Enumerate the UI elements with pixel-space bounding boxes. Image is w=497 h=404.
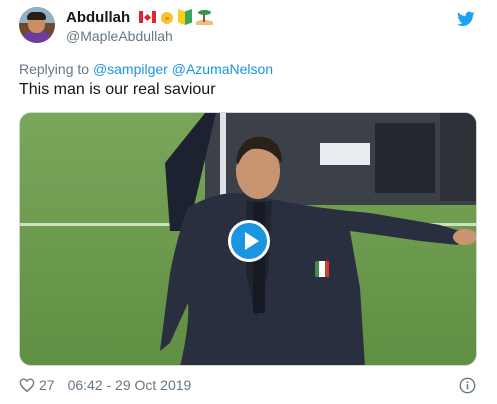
tweet-text: This man is our real saviour (19, 81, 216, 98)
info-icon[interactable] (459, 377, 476, 394)
replying-to-label: Replying to (19, 61, 90, 77)
play-icon[interactable] (228, 220, 270, 262)
baby-chick-icon (159, 9, 175, 25)
author-display-name[interactable]: Abdullah (66, 9, 130, 26)
desert-island-icon (195, 9, 214, 25)
canada-flag-icon (139, 11, 156, 23)
avatar[interactable] (19, 7, 55, 43)
tweet-footer: 27 06:42 - 29 Oct 2019 (19, 376, 191, 394)
heart-icon[interactable] (19, 377, 35, 393)
replying-to-line: Replying to @sampilger @AzumaNelson (19, 61, 273, 77)
mention-link[interactable]: @AzumaNelson (172, 61, 273, 77)
name-emojis (139, 8, 214, 26)
tweet-timestamp[interactable]: 06:42 - 29 Oct 2019 (68, 377, 192, 393)
twitter-bird-icon[interactable] (457, 11, 475, 27)
like-count[interactable]: 27 (39, 377, 55, 393)
japanese-beginner-symbol-icon (178, 9, 192, 25)
video-player[interactable] (19, 112, 477, 366)
mention-link[interactable]: @sampilger (93, 61, 168, 77)
author-handle[interactable]: @MapleAbdullah (66, 28, 173, 44)
